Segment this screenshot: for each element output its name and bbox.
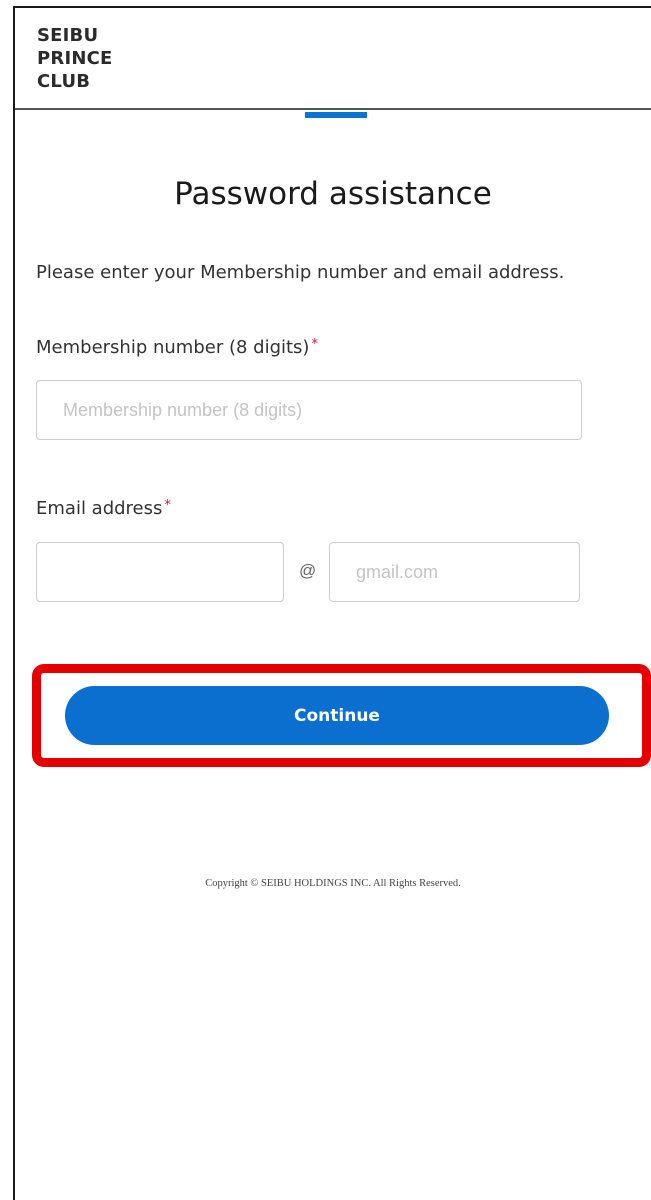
email-address-label-text: Email address <box>36 498 163 519</box>
site-header: SEIBU PRINCE CLUB <box>15 8 651 110</box>
logo-line-1: SEIBU <box>37 25 99 46</box>
email-local-part-input[interactable] <box>36 542 284 602</box>
at-symbol: @ <box>299 561 317 580</box>
membership-number-input[interactable] <box>36 380 582 440</box>
page-title: Password assistance <box>174 176 492 212</box>
copyright-text: Copyright © SEIBU HOLDINGS INC. All Righ… <box>205 878 461 889</box>
required-mark: * <box>311 337 318 352</box>
continue-button[interactable]: Continue <box>65 686 609 745</box>
required-mark: * <box>164 498 171 513</box>
logo-line-3: CLUB <box>37 71 91 92</box>
email-address-label: Email address * <box>36 498 171 519</box>
email-domain-input[interactable] <box>329 542 580 602</box>
logo-line-2: PRINCE <box>37 48 113 69</box>
membership-number-label: Membership number (8 digits) * <box>36 337 318 358</box>
active-tab-indicator <box>305 112 367 118</box>
instruction-text: Please enter your Membership number and … <box>36 262 565 283</box>
membership-number-label-text: Membership number (8 digits) <box>36 337 310 358</box>
seibu-prince-club-logo[interactable]: SEIBU PRINCE CLUB <box>37 24 113 93</box>
